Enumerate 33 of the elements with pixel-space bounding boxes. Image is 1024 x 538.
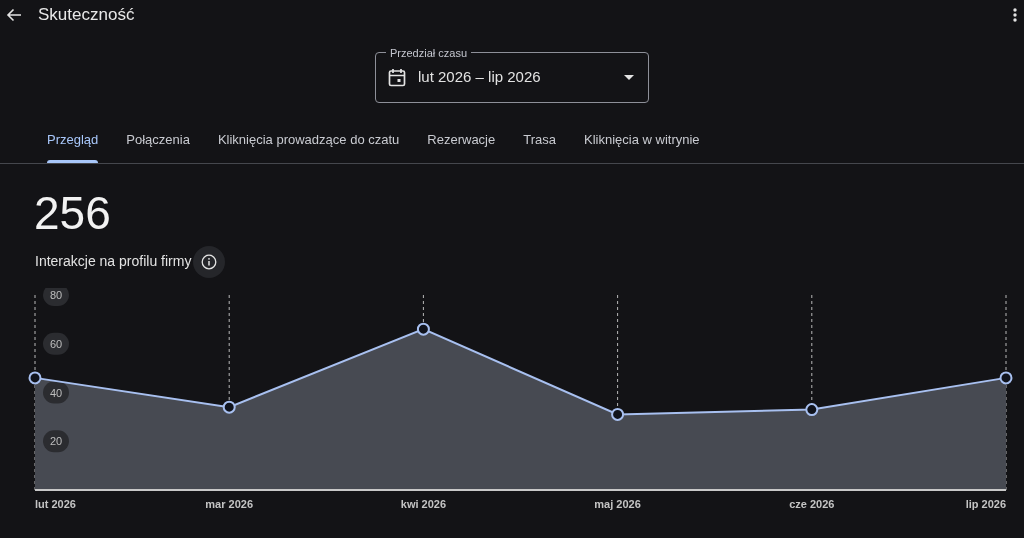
data-point [28,370,42,384]
total-count: 256 [34,189,112,236]
info-icon [201,253,218,270]
x-axis-label: kwi 2026 [400,497,447,510]
y-tick-label: 20 [49,434,63,447]
back-icon[interactable] [6,7,22,23]
page-title: Skuteczność [38,4,135,27]
y-tick-label: 80 [43,287,69,306]
y-tick-label: 60 [43,332,69,355]
data-point [222,400,236,414]
data-point [805,402,819,416]
data-point [416,322,430,336]
tab[interactable]: Kliknięcia prowadzące do czatu [203,121,414,163]
x-axis-label: maj 2026 [594,497,641,510]
x-axis-label: lut 2026 [35,497,76,510]
data-point [999,370,1013,384]
x-axis-label: lip 2026 [965,497,1006,510]
y-tick-label: 80 [49,288,63,301]
calendar-icon [388,68,406,87]
tab[interactable]: Połączenia [112,121,204,163]
metric-label: Interakcje na profilu firmy [35,252,192,271]
data-point [611,407,625,421]
x-axis-label: cze 2026 [789,497,835,510]
x-axis-label: mar 2026 [205,497,254,510]
tab[interactable]: Kliknięcia w witrynie [570,121,714,163]
tab[interactable]: Rezerwacje [413,121,510,163]
tab[interactable]: Przegląd [33,121,113,163]
y-tick-label: 40 [49,386,63,398]
tab[interactable]: Trasa [509,121,570,163]
info-button[interactable] [193,245,226,278]
dropdown-caret-icon [624,75,634,80]
more-options-icon[interactable] [1012,7,1018,23]
y-tick-label: 60 [49,337,63,350]
